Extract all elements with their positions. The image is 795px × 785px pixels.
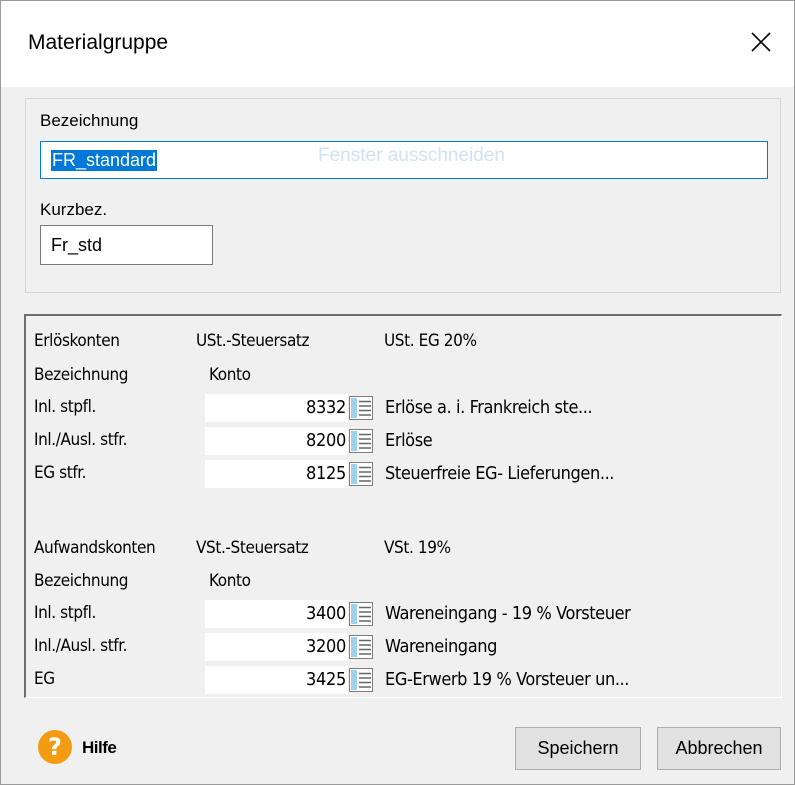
aufwand-row-label: Inl./Ausl. stfr. [34, 636, 128, 656]
aufwand-konto-input[interactable]: 3200 [205, 633, 348, 661]
table-picker-icon [349, 668, 373, 692]
erloes-konto-description: Erlöse [385, 430, 433, 451]
erloes-konto-input[interactable]: 8332 [205, 394, 348, 422]
aufwand-konto-description: Wareneingang - 19 % Vorsteuer [385, 603, 631, 624]
erloes-row-label: Inl./Ausl. stfr. [34, 430, 128, 450]
close-icon [751, 32, 771, 52]
bezeichnung-value: FR_standard [51, 149, 158, 171]
aufwand-konto-picker-button[interactable] [348, 667, 374, 693]
erloes-konto-description: Steuerfreie EG- Lieferungen... [385, 463, 615, 484]
aufwand-row-label: Inl. stpfl. [34, 603, 96, 623]
table-picker-icon [349, 602, 373, 626]
kurzbez-value: Fr_std [51, 234, 103, 255]
table-picker-icon [349, 396, 373, 420]
table-picker-icon [349, 429, 373, 453]
aufwand-konto-description: Wareneingang [385, 636, 497, 657]
ust-steuersatz-label: USt.-Steuersatz [196, 331, 310, 351]
close-button[interactable] [734, 1, 794, 87]
erloes-konto-picker-button[interactable] [348, 428, 374, 454]
erloes-konto-input[interactable]: 8200 [205, 427, 348, 455]
vst-steuersatz-value[interactable]: VSt. 19% [384, 538, 451, 558]
erloes-konto-input[interactable]: 8125 [205, 460, 348, 488]
bezeichnung-input[interactable]: FR_standard [40, 141, 768, 179]
aufwand-konto-picker-button[interactable] [348, 634, 374, 660]
erloes-col-konto: Konto [209, 365, 251, 385]
aufwand-row-label: EG [34, 669, 55, 689]
table-picker-icon [349, 462, 373, 486]
save-button[interactable]: Speichern [515, 727, 641, 770]
vst-steuersatz-label: VSt.-Steuersatz [196, 538, 309, 558]
dialog-title: Materialgruppe [28, 31, 169, 54]
erloes-konto-picker-button[interactable] [348, 395, 374, 421]
erloes-konto-picker-button[interactable] [348, 461, 374, 487]
help-link[interactable]: Hilfe [82, 738, 117, 758]
title-bar: Materialgruppe [1, 1, 794, 87]
aufwand-konto-input[interactable]: 3400 [205, 600, 348, 628]
accounts-grid: Erlöskonten USt.-Steuersatz USt. EG 20% … [24, 314, 782, 698]
erloes-col-bezeichnung: Bezeichnung [34, 365, 129, 385]
aufwand-konto-picker-button[interactable] [348, 601, 374, 627]
table-picker-icon [349, 635, 373, 659]
erloes-row-label: EG stfr. [34, 463, 87, 483]
erloeskonten-header: Erlöskonten [34, 331, 120, 351]
erloes-konto-description: Erlöse a. i. Frankreich ste... [385, 397, 593, 418]
kurzbez-label: Kurzbez. [40, 200, 108, 219]
bezeichnung-label: Bezeichnung [40, 111, 139, 130]
aufwand-col-bezeichnung: Bezeichnung [34, 571, 129, 591]
aufwand-konto-description: EG-Erwerb 19 % Vorsteuer un... [385, 669, 630, 690]
ust-steuersatz-value[interactable]: USt. EG 20% [384, 331, 477, 351]
kurzbez-input[interactable]: Fr_std [40, 225, 213, 265]
aufwand-col-konto: Konto [209, 571, 251, 591]
materialgruppe-dialog: Materialgruppe Bezeichnung FR_standard F… [0, 0, 795, 785]
erloes-row-label: Inl. stpfl. [34, 397, 96, 417]
aufwandskonten-header: Aufwandskonten [34, 538, 156, 558]
cancel-button[interactable]: Abbrechen [657, 727, 781, 770]
aufwand-konto-input[interactable]: 3425 [205, 666, 348, 694]
help-icon[interactable]: ? [38, 730, 72, 764]
